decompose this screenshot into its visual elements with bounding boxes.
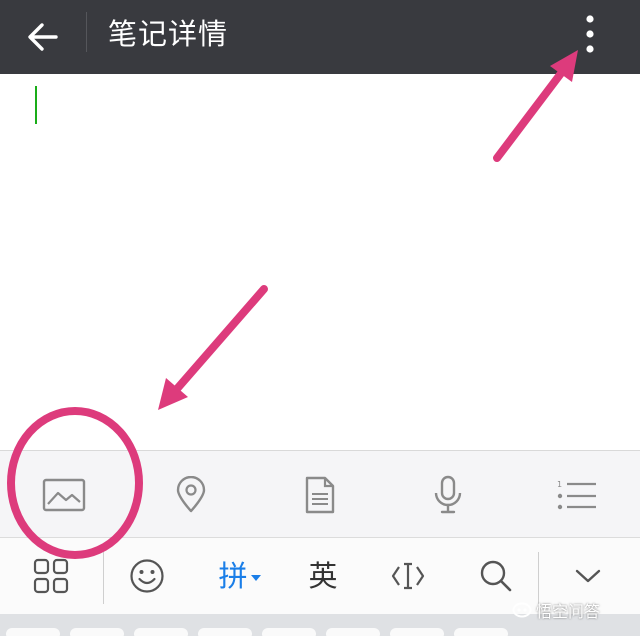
english-label: 英: [308, 559, 338, 593]
location-pin-icon: [176, 476, 206, 513]
keyboard-key[interactable]: [262, 628, 316, 636]
chevron-down-icon: [575, 569, 601, 583]
keyboard-toolbar-divider: [103, 552, 104, 604]
smiley-icon: [130, 559, 164, 593]
keyboard-key[interactable]: [70, 628, 124, 636]
watermark-text: 悟空问答: [536, 602, 601, 621]
english-input-button[interactable]: 英: [298, 548, 348, 604]
caret-down-icon: [250, 575, 261, 581]
keyboard-toolbar-divider: [538, 552, 539, 604]
pinyin-label: 拼: [218, 559, 248, 593]
watermark: 悟空问答: [512, 598, 600, 622]
list-icon: 1: [557, 480, 596, 510]
keyboard-key[interactable]: [6, 628, 60, 636]
insert-list-button[interactable]: 1: [545, 465, 609, 525]
svg-text:1: 1: [557, 480, 562, 489]
more-vertical-icon: [586, 15, 594, 53]
header-divider: [86, 12, 87, 52]
insert-voice-button[interactable]: [416, 465, 480, 525]
emoji-button[interactable]: [120, 548, 174, 604]
pinyin-input-button[interactable]: 拼: [208, 548, 272, 604]
arrow-left-icon: [28, 23, 58, 51]
text-cursor: [35, 86, 37, 124]
header-bar: 笔记详情: [0, 0, 640, 74]
keyboard-key[interactable]: [198, 628, 252, 636]
keyboard-key[interactable]: [390, 628, 444, 636]
page-title: 笔记详情: [108, 17, 229, 51]
keyboard-key[interactable]: [454, 628, 508, 636]
watermark-logo-icon: [512, 602, 532, 618]
back-button[interactable]: [12, 8, 74, 66]
keyboard-key[interactable]: [134, 628, 188, 636]
keyboard-key[interactable]: [326, 628, 380, 636]
microphone-icon: [434, 475, 462, 514]
keyboard-menu-button[interactable]: [24, 548, 78, 604]
cursor-control-button[interactable]: [384, 548, 432, 604]
more-options-button[interactable]: [566, 8, 614, 60]
attachment-toolbar: 1: [0, 450, 640, 538]
note-editor[interactable]: [0, 74, 640, 450]
grid-icon: [33, 558, 69, 594]
document-icon: [305, 476, 335, 514]
insert-file-button[interactable]: [288, 465, 352, 525]
insert-location-button[interactable]: [159, 465, 223, 525]
image-icon: [42, 478, 86, 512]
search-icon: [480, 560, 512, 592]
keyboard-search-button[interactable]: [472, 548, 520, 604]
collapse-keyboard-button[interactable]: [564, 548, 612, 604]
insert-image-button[interactable]: [32, 465, 96, 525]
text-cursor-icon: [391, 562, 425, 590]
